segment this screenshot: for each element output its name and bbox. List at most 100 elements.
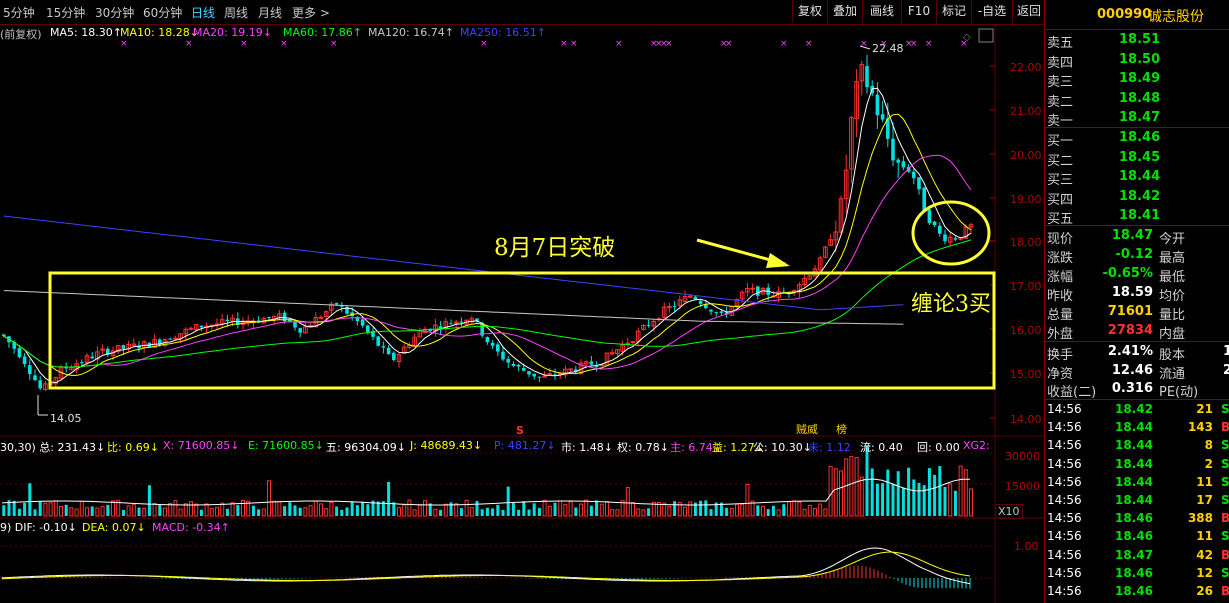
volume-bar (517, 509, 521, 516)
candle-body-down (880, 114, 885, 120)
trade-row: 14:56 18.46 388 B (1045, 510, 1229, 528)
candle-body-down (932, 221, 937, 226)
sell-signal-marker: S (516, 424, 524, 437)
candle-body-down (927, 209, 932, 224)
candle-body-down (121, 345, 126, 349)
volume-bar (725, 507, 729, 516)
volume-bar (491, 508, 495, 516)
adjust-mode-label: (前复权) (0, 28, 42, 41)
candle-body-down (522, 368, 526, 371)
trade-side: S (1221, 438, 1229, 453)
volume-bar (907, 467, 911, 516)
volume-legend-item: 比: 0.69↓ (107, 441, 159, 454)
volume-bar (236, 505, 240, 516)
volume-bar (38, 501, 42, 516)
quote-right-label: 均价 (1159, 289, 1186, 304)
candle-body-up (173, 337, 178, 340)
candle-body-down (366, 325, 370, 333)
volume-bar (647, 508, 651, 516)
volume-bar (501, 509, 505, 516)
trade-volume: 17 (1196, 493, 1213, 507)
trade-volume: 42 (1196, 547, 1213, 562)
back-button[interactable]: 返回 (1012, 0, 1045, 23)
trade-volume: 8 (1204, 438, 1213, 453)
volume-legend-item: 五: 96304.09↓ (326, 441, 406, 454)
volume-bar (589, 505, 593, 516)
quote-panel: 000990 诚志股份 卖五 18.51 卖四 18.50 卖三 18.49 卖二 18.48… (1044, 0, 1229, 603)
candle-body-down (485, 337, 490, 343)
trade-side: B (1221, 547, 1229, 562)
trade-time: 14:56 (1047, 511, 1082, 526)
bid-label: 买一 (1047, 134, 1074, 149)
adjust-button[interactable]: 复权 (792, 0, 827, 23)
candle-body-down (225, 319, 230, 322)
volume-legend-item: XG2: (963, 439, 990, 452)
price-axis-tick: 20.00 (1010, 149, 1042, 162)
timeframe-30min[interactable]: 30分钟 (95, 4, 134, 21)
ask-label: 卖二 (1047, 94, 1074, 110)
fundamental-right-value: 2 (1223, 362, 1229, 378)
quote-value: 18.47 (1111, 228, 1153, 243)
trade-row: 14:56 18.44 2 S (1045, 456, 1229, 474)
candle-body-down (917, 177, 921, 190)
timeframe-weekly[interactable]: 周线 (224, 4, 248, 21)
candle-body-down (392, 352, 396, 360)
trade-price: 18.46 (1115, 529, 1153, 544)
trade-time: 14:56 (1047, 438, 1082, 453)
timeframe-5min[interactable]: 5分钟 (3, 4, 35, 21)
timeframe-more[interactable]: 更多 > (292, 4, 330, 21)
volume-bar (709, 509, 713, 516)
volume-bar (485, 507, 489, 516)
quote-row: 涨幅 -0.65% 最低 (1045, 265, 1229, 285)
timeframe-60min[interactable]: 60分钟 (143, 4, 182, 21)
candle-body-down (267, 316, 271, 319)
volume-bar (158, 504, 162, 516)
volume-legend-item: 公: 10.30↓ (753, 441, 812, 454)
trade-volume: 11 (1196, 529, 1213, 544)
trade-time: 14:56 (1047, 402, 1082, 416)
volume-bar (527, 509, 531, 516)
event-tag-label: 榜 (836, 423, 847, 436)
candle-body-down (376, 336, 380, 346)
price-axis-tick: 21.00 (1010, 105, 1042, 118)
volume-bar (257, 509, 261, 516)
volume-bar (298, 507, 302, 516)
bid-label: 买四 (1047, 192, 1074, 208)
trade-side: S (1221, 474, 1229, 489)
volume-bar (475, 500, 479, 516)
timeframe-15min[interactable]: 15分钟 (46, 4, 85, 21)
quote-right-label: 量比 (1159, 308, 1186, 323)
trade-volume: 21 (1196, 402, 1213, 416)
macd-legend-item: 9) DIF: -0.10↓ (0, 521, 77, 534)
f10-button[interactable]: F10 (901, 0, 936, 23)
kline-chart[interactable]: × × × × × × × × × ×××× ×× × × × × ×× × ×◇ (0, 25, 1044, 603)
ask-row: 卖一 18.47 (1045, 109, 1229, 129)
candle-body-down (756, 286, 760, 296)
watchlist-button[interactable]: -自选 (971, 0, 1012, 23)
trade-time: 14:56 (1047, 420, 1082, 435)
draw-line-button[interactable]: 画线 (862, 0, 901, 23)
ask-row: 卖四 18.50 (1045, 51, 1229, 71)
low-price-label: 14.05 (50, 412, 82, 425)
candle-body-down (537, 376, 542, 378)
trade-volume: 26 (1196, 584, 1213, 598)
candle-body-down (901, 161, 906, 168)
candle-body-down (938, 225, 942, 234)
volume-axis: 30000 15000 X10 (995, 444, 1043, 524)
stock-name: 诚志股份 (1148, 9, 1204, 25)
trade-side: S (1221, 565, 1229, 580)
volume-bar (912, 479, 916, 516)
timeframe-daily[interactable]: 日线 (191, 4, 215, 21)
volume-bar (771, 505, 775, 516)
volume-bar (553, 502, 557, 516)
candle-body-down (168, 338, 172, 340)
volume-bar (704, 500, 708, 516)
overlay-button[interactable]: 叠加 (827, 0, 862, 23)
ask-label: 卖四 (1047, 55, 1074, 71)
candle-body-down (891, 138, 895, 161)
mark-button[interactable]: 标记 (936, 0, 971, 23)
timeframe-monthly[interactable]: 月线 (258, 4, 282, 21)
ask-row: 卖二 18.48 (1045, 90, 1229, 110)
candle-body-down (516, 364, 521, 367)
candle-body-down (896, 159, 900, 163)
